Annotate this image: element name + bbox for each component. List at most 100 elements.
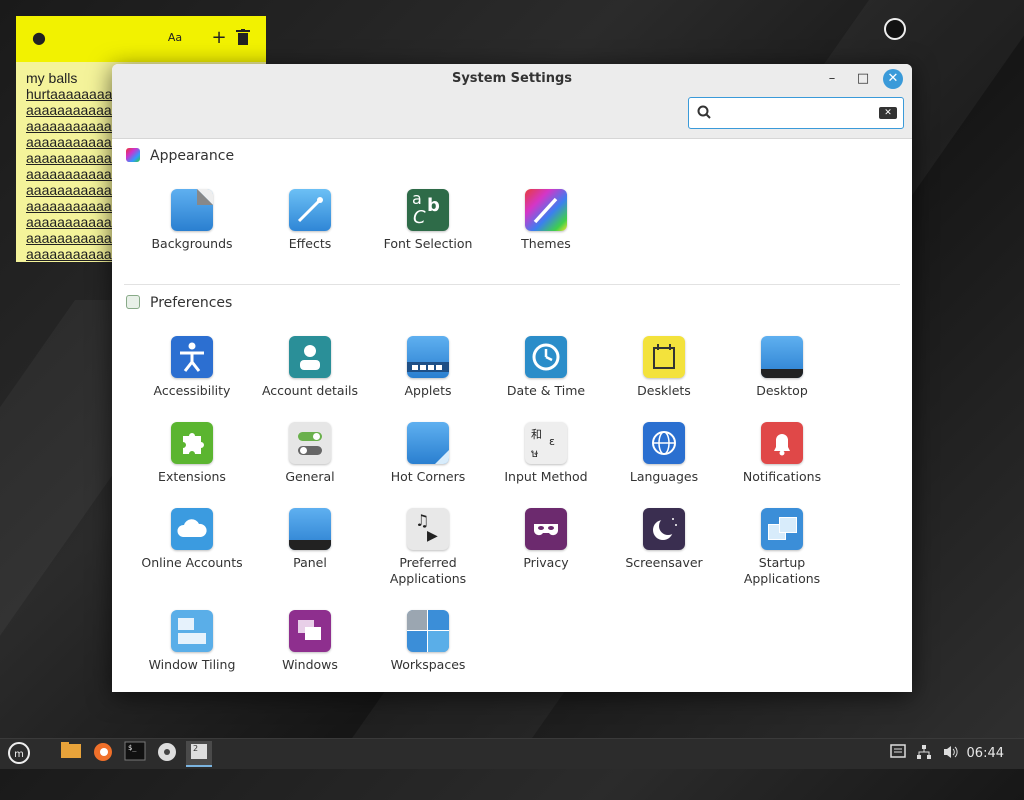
puzzle-icon <box>171 422 213 464</box>
tile-notifications[interactable]: Notifications <box>726 422 838 485</box>
account-details-icon <box>289 336 331 378</box>
tile-effects[interactable]: Effects <box>254 189 366 252</box>
desktop-icon <box>761 336 803 378</box>
tile-label: Privacy <box>523 555 569 570</box>
tile-themes[interactable]: Themes <box>490 189 602 252</box>
mask-icon <box>525 508 567 550</box>
search-input[interactable] <box>717 102 871 126</box>
system-settings-window: System Settings – □ ✕ ✕ Appearance Backg… <box>112 64 912 692</box>
backgrounds-icon <box>171 189 213 231</box>
section-title: Appearance <box>150 148 235 164</box>
sticky-note-toolbar: ● Aa + <box>16 16 266 62</box>
taskbar: m $_ 2 06:44 <box>0 738 1024 769</box>
svg-text:m: m <box>14 749 24 760</box>
tile-desklets[interactable]: Desklets <box>608 336 720 399</box>
preferred-applications-icon: ♫ ▶ <box>407 508 449 550</box>
notification-icon[interactable] <box>890 744 906 764</box>
tile-label: General <box>285 469 335 484</box>
hot-corners-icon <box>407 422 449 464</box>
preferences-section-icon <box>126 295 140 309</box>
tile-label: Accessibility <box>153 383 231 398</box>
applets-icon <box>407 336 449 378</box>
section-divider <box>124 284 900 285</box>
tile-screensaver[interactable]: Screensaver <box>608 508 720 571</box>
globe-icon <box>643 422 685 464</box>
tile-preferred-applications[interactable]: ♫ ▶ Preferred Applications <box>372 508 484 587</box>
tile-label: Windows <box>282 657 338 672</box>
window-tiling-icon <box>171 610 213 652</box>
bell-icon <box>761 422 803 464</box>
text-size-icon[interactable]: Aa <box>166 29 184 47</box>
accessibility-icon <box>171 336 213 378</box>
tile-font-selection[interactable]: a b C Font Selection <box>372 189 484 252</box>
droplet-icon[interactable]: ● <box>30 29 48 47</box>
svg-text:2: 2 <box>193 744 198 753</box>
tile-applets[interactable]: Applets <box>372 336 484 399</box>
tile-label: Hot Corners <box>390 469 466 484</box>
tile-label: Font Selection <box>383 236 473 251</box>
tile-label: Startup Applications <box>743 555 821 586</box>
tile-label: Preferred Applications <box>389 555 467 586</box>
tile-extensions[interactable]: Extensions <box>136 422 248 485</box>
tile-languages[interactable]: Languages <box>608 422 720 485</box>
files-icon[interactable] <box>58 741 84 767</box>
notes-icon[interactable]: 2 <box>186 741 212 767</box>
tile-label: Backgrounds <box>151 236 233 251</box>
minimize-icon[interactable]: – <box>822 69 842 89</box>
svg-text:$_: $_ <box>128 744 137 752</box>
themes-icon <box>525 189 567 231</box>
tile-label: Window Tiling <box>148 657 236 672</box>
terminal-icon[interactable]: $_ <box>122 741 148 767</box>
effects-icon <box>289 189 331 231</box>
network-icon[interactable] <box>916 744 932 764</box>
moon-icon <box>643 508 685 550</box>
tile-workspaces[interactable]: Workspaces <box>372 610 484 673</box>
tile-backgrounds[interactable]: Backgrounds <box>136 189 248 252</box>
cloud-icon <box>171 508 213 550</box>
tile-desktop[interactable]: Desktop <box>726 336 838 399</box>
tile-general[interactable]: General <box>254 422 366 485</box>
tile-label: Screensaver <box>625 555 703 570</box>
plus-icon[interactable]: + <box>210 29 228 47</box>
tile-online-accounts[interactable]: Online Accounts <box>136 508 248 571</box>
volume-icon[interactable] <box>942 744 960 764</box>
tile-label: Applets <box>404 383 452 398</box>
tile-label: Desklets <box>637 383 691 398</box>
desklets-icon <box>643 336 685 378</box>
clock-icon <box>525 336 567 378</box>
tile-window-tiling[interactable]: Window Tiling <box>136 610 248 673</box>
font-selection-icon: a b C <box>407 189 449 231</box>
toggle-icon <box>289 422 331 464</box>
window-title: System Settings <box>451 71 573 86</box>
desktop-avatar-icon[interactable] <box>884 18 906 40</box>
input-method-icon: 和 ε ษ <box>525 422 567 464</box>
tile-accessibility[interactable]: Accessibility <box>136 336 248 399</box>
clear-icon[interactable]: ✕ <box>879 107 897 119</box>
tile-account-details[interactable]: Account details <box>254 336 366 399</box>
trash-icon[interactable] <box>234 29 252 47</box>
tile-label: Account details <box>261 383 359 398</box>
clock[interactable]: 06:44 <box>967 746 1004 761</box>
tile-label: Date & Time <box>506 383 586 398</box>
disc-icon[interactable] <box>154 741 180 767</box>
tile-label: Workspaces <box>390 657 466 672</box>
tile-date-time[interactable]: Date & Time <box>490 336 602 399</box>
windows-icon <box>289 610 331 652</box>
tile-label: Extensions <box>158 469 226 484</box>
appearance-section-icon <box>126 148 140 162</box>
tile-windows[interactable]: Windows <box>254 610 366 673</box>
tile-input-method[interactable]: 和 ε ษ Input Method <box>490 422 602 485</box>
maximize-icon[interactable]: □ <box>853 69 873 89</box>
menu-icon[interactable]: m <box>6 741 32 767</box>
section-title: Preferences <box>150 295 233 311</box>
titlebar[interactable]: System Settings – □ ✕ ✕ <box>112 64 912 139</box>
tile-privacy[interactable]: Privacy <box>490 508 602 571</box>
panel-icon <box>289 508 331 550</box>
tile-hot-corners[interactable]: Hot Corners <box>372 422 484 485</box>
tile-label: Panel <box>293 555 327 570</box>
tile-startup-applications[interactable]: Startup Applications <box>726 508 838 587</box>
search-box[interactable]: ✕ <box>688 97 904 129</box>
firefox-icon[interactable] <box>90 741 116 767</box>
close-icon[interactable]: ✕ <box>883 69 903 89</box>
tile-panel[interactable]: Panel <box>254 508 366 571</box>
